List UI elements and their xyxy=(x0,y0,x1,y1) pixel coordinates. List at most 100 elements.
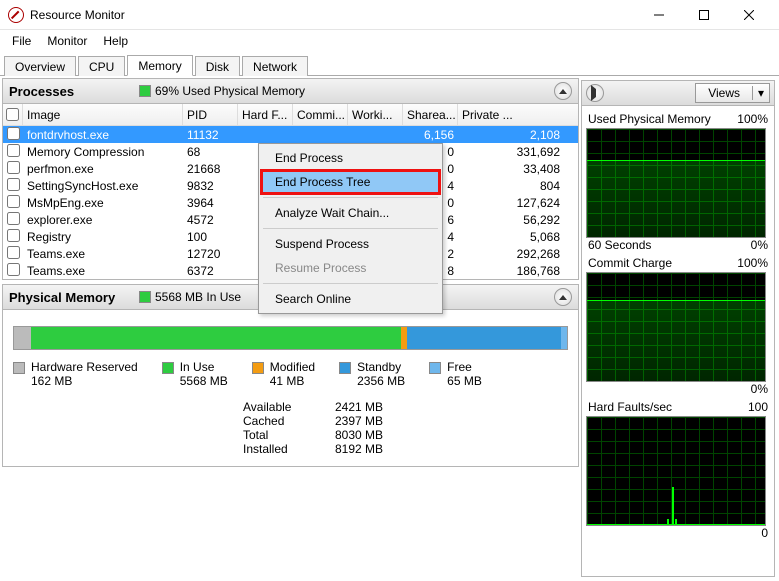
col-working[interactable]: Worki... xyxy=(348,104,403,125)
col-hardfaults[interactable]: Hard F... xyxy=(238,104,293,125)
tab-cpu[interactable]: CPU xyxy=(78,56,125,76)
legend-free: Free65 MB xyxy=(429,360,482,388)
row-checkbox[interactable] xyxy=(7,229,20,242)
views-label: Views xyxy=(696,86,753,100)
processes-stat: 69% Used Physical Memory xyxy=(139,84,305,98)
ctx-resume-process: Resume Process xyxy=(261,256,440,280)
bar-segment xyxy=(31,327,402,349)
bar-segment xyxy=(561,327,567,349)
cell-private: 33,408 xyxy=(458,162,578,176)
ctx-separator xyxy=(263,228,438,229)
chart-min: 0% xyxy=(751,238,768,252)
processes-stat-text: 69% Used Physical Memory xyxy=(155,84,305,98)
cell-private: 2,108 xyxy=(458,128,578,142)
close-button[interactable] xyxy=(726,0,771,30)
maximize-button[interactable] xyxy=(681,0,726,30)
row-checkbox[interactable] xyxy=(7,212,20,225)
processes-panel-header[interactable]: Processes 69% Used Physical Memory xyxy=(2,78,579,104)
chart-block: Used Physical Memory100%60 Seconds0% xyxy=(586,112,770,252)
cell-shareable: 6,156 xyxy=(403,128,458,142)
ctx-separator xyxy=(263,197,438,198)
minimize-button[interactable] xyxy=(636,0,681,30)
stat-swatch xyxy=(139,85,151,97)
menu-monitor[interactable]: Monitor xyxy=(39,32,95,50)
cell-pid: 12720 xyxy=(183,247,238,261)
cell-image: Teams.exe xyxy=(23,264,183,278)
chart-block: Hard Faults/sec1000 xyxy=(586,400,770,540)
row-checkbox[interactable] xyxy=(7,144,20,157)
ctx-end-process-tree[interactable]: End Process Tree xyxy=(261,170,440,194)
chart-max: 100% xyxy=(737,112,768,126)
ctx-search-online[interactable]: Search Online xyxy=(261,287,440,311)
menu-help[interactable]: Help xyxy=(95,32,136,50)
views-dropdown-icon[interactable]: ▾ xyxy=(753,86,769,100)
cell-image: explorer.exe xyxy=(23,213,183,227)
chart-min: 0 xyxy=(761,526,768,540)
cell-image: Registry xyxy=(23,230,183,244)
chevron-right-icon xyxy=(591,85,600,101)
expand-button[interactable] xyxy=(586,84,604,102)
cell-pid: 68 xyxy=(183,145,238,159)
col-commit[interactable]: Commi... xyxy=(293,104,348,125)
row-checkbox[interactable] xyxy=(7,246,20,259)
legend-inuse: In Use5568 MB xyxy=(162,360,228,388)
legend-hardware: Hardware Reserved162 MB xyxy=(13,360,138,388)
row-checkbox[interactable] xyxy=(7,178,20,191)
tab-network[interactable]: Network xyxy=(242,56,308,76)
cell-image: MsMpEng.exe xyxy=(23,196,183,210)
tab-memory[interactable]: Memory xyxy=(127,55,192,76)
chart-canvas xyxy=(586,128,766,238)
memory-bar xyxy=(13,326,568,350)
chart-block: Commit Charge100%0% xyxy=(586,256,770,396)
chart-title: Hard Faults/sec xyxy=(588,400,672,414)
cell-pid: 6372 xyxy=(183,264,238,278)
col-private[interactable]: Private ... xyxy=(458,104,578,125)
ctx-end-process[interactable]: End Process xyxy=(261,146,440,170)
collapse-button[interactable] xyxy=(554,288,572,306)
row-checkbox[interactable] xyxy=(7,195,20,208)
processes-title: Processes xyxy=(9,84,129,99)
ctx-suspend-process[interactable]: Suspend Process xyxy=(261,232,440,256)
cell-image: Memory Compression xyxy=(23,145,183,159)
physical-title: Physical Memory xyxy=(9,290,129,305)
physical-inuse-stat: 5568 MB In Use xyxy=(139,290,241,304)
context-menu: End Process End Process Tree Analyze Wai… xyxy=(258,143,443,314)
tab-disk[interactable]: Disk xyxy=(195,56,240,76)
titlebar: Resource Monitor xyxy=(0,0,779,30)
row-checkbox[interactable] xyxy=(7,161,20,174)
chart-min: 0% xyxy=(751,382,768,396)
tab-overview[interactable]: Overview xyxy=(4,56,76,76)
memory-legend: Hardware Reserved162 MB In Use5568 MB Mo… xyxy=(13,360,568,388)
col-image[interactable]: Image xyxy=(23,104,183,125)
physical-memory-body: Hardware Reserved162 MB In Use5568 MB Mo… xyxy=(2,310,579,467)
menu-file[interactable]: File xyxy=(4,32,39,50)
chart-max: 100% xyxy=(737,256,768,270)
menubar: File Monitor Help xyxy=(0,30,779,52)
chart-canvas xyxy=(586,272,766,382)
cell-pid: 11132 xyxy=(183,128,238,142)
chevron-up-icon xyxy=(559,295,567,300)
tab-strip: Overview CPU Memory Disk Network xyxy=(0,52,779,76)
col-pid[interactable]: PID xyxy=(183,104,238,125)
cell-private: 186,768 xyxy=(458,264,578,278)
cell-image: SettingSyncHost.exe xyxy=(23,179,183,193)
table-row[interactable]: fontdrvhost.exe111326,1562,108 xyxy=(3,126,578,143)
cell-private: 5,068 xyxy=(458,230,578,244)
views-button[interactable]: Views ▾ xyxy=(695,83,770,103)
cell-pid: 9832 xyxy=(183,179,238,193)
col-checkbox[interactable] xyxy=(3,104,23,125)
legend-standby: Standby2356 MB xyxy=(339,360,405,388)
chart-canvas xyxy=(586,416,766,526)
collapse-button[interactable] xyxy=(554,82,572,100)
ctx-analyze-wait-chain[interactable]: Analyze Wait Chain... xyxy=(261,201,440,225)
right-header: Views ▾ xyxy=(581,80,775,106)
cell-private: 56,292 xyxy=(458,213,578,227)
cell-pid: 100 xyxy=(183,230,238,244)
col-shareable[interactable]: Sharea... xyxy=(403,104,458,125)
bar-segment xyxy=(407,327,562,349)
cell-image: Teams.exe xyxy=(23,247,183,261)
row-checkbox[interactable] xyxy=(7,127,20,140)
row-checkbox[interactable] xyxy=(7,263,20,276)
select-all-checkbox[interactable] xyxy=(6,108,19,121)
app-icon xyxy=(8,7,24,23)
